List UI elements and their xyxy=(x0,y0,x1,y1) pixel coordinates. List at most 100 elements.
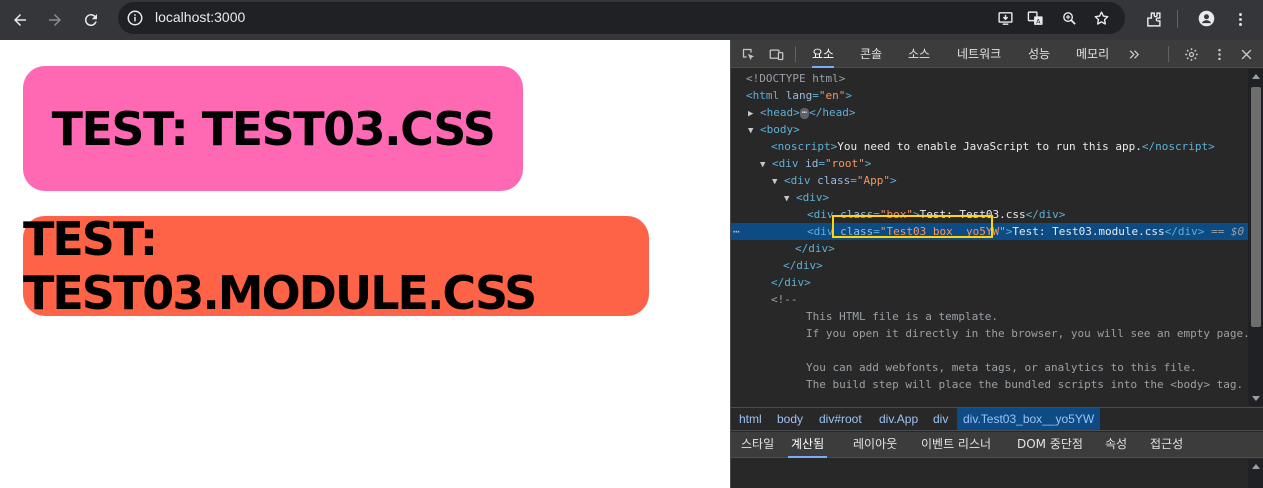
dom-line-html[interactable]: <html lang="en"> xyxy=(731,87,852,104)
tag-end: > xyxy=(864,157,872,170)
dom-line-comment-2[interactable]: If you open it directly in the browser, … xyxy=(731,325,1248,342)
dom-line-root[interactable]: ▼ <div id="root"> xyxy=(731,155,871,172)
dom-line-doctype[interactable]: <!DOCTYPE html> xyxy=(731,70,845,87)
div-close-tag: </div> xyxy=(783,259,823,272)
customize-menu-icon[interactable] xyxy=(1209,44,1229,64)
dom-line-head[interactable]: ▶ <head> ⋯ </head> xyxy=(731,104,856,121)
scroll-thumb[interactable] xyxy=(1251,87,1261,327)
dom-line-noscript[interactable]: <noscript>You need to enable JavaScript … xyxy=(731,138,1215,155)
dom-line-body[interactable]: ▼ <body> xyxy=(731,121,800,138)
class-attr: class xyxy=(817,174,851,187)
annotation-highlight-box xyxy=(832,215,993,238)
tab-separator xyxy=(1168,46,1169,62)
div-open-tag: <div xyxy=(807,225,834,238)
breadcrumb-body[interactable]: body xyxy=(771,408,809,430)
bookmark-star-icon[interactable] xyxy=(1090,7,1112,29)
scroll-down-icon[interactable] xyxy=(1252,396,1260,401)
box-module-css: Test: Test03.module.css xyxy=(23,212,649,320)
div-close-tag: </div> xyxy=(1025,208,1066,221)
tab-network[interactable]: 네트워크 xyxy=(957,40,1001,68)
equals-sign: = xyxy=(818,157,825,170)
dom-line-close-app[interactable]: </div> xyxy=(731,257,823,274)
lang-value: "en" xyxy=(818,89,846,102)
elements-scrollbar[interactable] xyxy=(1248,69,1263,406)
tab-elements[interactable]: 요소 xyxy=(812,40,835,68)
dom-line-comment-4[interactable]: You can add webfonts, meta tags, or anal… xyxy=(731,359,1197,376)
dollar-zero-ref: == $0 xyxy=(1211,225,1245,238)
computed-scrollbar[interactable] xyxy=(1248,459,1263,488)
div-close-tag: </div> xyxy=(771,276,811,289)
device-toolbar-icon[interactable] xyxy=(766,44,786,64)
extensions-icon[interactable] xyxy=(1142,8,1164,30)
tag-end: > xyxy=(890,174,897,187)
div-open-tag: <div xyxy=(772,157,799,170)
head-open-tag: <head> xyxy=(760,106,800,119)
elements-tree[interactable]: <!DOCTYPE html> <html lang="en"> ▶ <head>… xyxy=(731,69,1248,406)
browser-toolbar: localhost:3000 A xyxy=(0,0,1263,40)
scroll-up-icon[interactable] xyxy=(1252,74,1260,79)
subtab-properties[interactable]: 속성 xyxy=(1105,432,1127,458)
subtab-accessibility[interactable]: 접근성 xyxy=(1150,432,1183,458)
noscript-open-tag: <noscript> xyxy=(771,140,838,153)
dom-line-close-root[interactable]: </div> xyxy=(731,274,811,291)
module-text: Test: Test03.module.css xyxy=(1012,225,1165,238)
close-icon[interactable] xyxy=(1236,44,1256,64)
zoom-icon[interactable] xyxy=(1058,7,1080,29)
dom-line-inner-div[interactable]: ▼ <div> xyxy=(731,189,829,206)
forward-icon[interactable] xyxy=(40,5,70,35)
computed-pane xyxy=(731,459,1248,488)
profile-icon[interactable] xyxy=(1194,6,1218,30)
devtools-panel: 요소 콘솔 소스 네트워크 성능 메모리 <!DOCTYPE html> <ht… xyxy=(730,40,1263,488)
translate-icon[interactable]: A xyxy=(1024,7,1046,29)
subtab-styles[interactable]: 스타일 xyxy=(741,432,774,458)
more-tabs-icon[interactable] xyxy=(1124,44,1144,64)
box-module-label: Test: Test03.module.css xyxy=(23,212,537,320)
settings-gear-icon[interactable] xyxy=(1181,44,1201,64)
collapsed-ellipsis[interactable]: ⋯ xyxy=(799,107,810,119)
more-actions-icon[interactable]: ⋯ xyxy=(733,223,740,240)
head-close-tag: </head> xyxy=(809,106,856,119)
address-bar[interactable]: localhost:3000 A xyxy=(118,2,1125,34)
tab-console[interactable]: 콘솔 xyxy=(860,40,882,68)
dom-line-comment-1[interactable]: This HTML file is a template. xyxy=(731,308,998,325)
id-attr: id xyxy=(805,157,819,170)
subtab-computed[interactable]: 계산됨 xyxy=(788,432,828,458)
dom-line-comment-5[interactable]: The build step will place the bundled sc… xyxy=(731,376,1243,393)
breadcrumb-app[interactable]: div.App xyxy=(873,408,924,430)
noscript-text: You need to enable JavaScript to run thi… xyxy=(837,140,1142,153)
svg-text:A: A xyxy=(1036,17,1041,25)
devtools-tabbar: 요소 콘솔 소스 네트워크 성능 메모리 xyxy=(731,40,1263,68)
dom-line-app[interactable]: ▼ <div class="App"> xyxy=(731,172,897,189)
tab-sources[interactable]: 소스 xyxy=(908,40,930,68)
subtab-dom-breakpoints[interactable]: DOM 중단점 xyxy=(1017,432,1083,458)
dom-line-comment-open[interactable]: <!-- xyxy=(731,291,798,308)
id-value: "root" xyxy=(825,157,865,170)
breadcrumb-div[interactable]: div xyxy=(927,408,954,430)
breadcrumb-html[interactable]: html xyxy=(733,408,768,430)
class-value: "App" xyxy=(856,174,890,187)
tab-memory[interactable]: 메모리 xyxy=(1076,40,1109,68)
dom-line-close-inner[interactable]: </div> xyxy=(731,240,835,257)
reload-icon[interactable] xyxy=(76,5,106,35)
breadcrumb-selected[interactable]: div.Test03_box__yo5YW xyxy=(957,408,1101,430)
scroll-up-icon[interactable] xyxy=(1252,464,1260,469)
dom-line-comment-3[interactable] xyxy=(731,342,806,359)
box-global-label: Test: Test03.css xyxy=(51,101,496,156)
html-tag: <html xyxy=(746,89,780,102)
box-global-css: Test: Test03.css xyxy=(23,66,523,191)
subtab-event-listeners[interactable]: 이벤트 리스너 xyxy=(921,432,991,458)
doctype-text: <!DOCTYPE html> xyxy=(746,72,846,85)
comment-text: This HTML file is a template. xyxy=(806,310,999,323)
breadcrumb-root[interactable]: div#root xyxy=(813,408,868,430)
div-open-tag: <div xyxy=(784,174,811,187)
comment-text: The build step will place the bundled sc… xyxy=(806,378,1244,391)
back-icon[interactable] xyxy=(5,5,35,35)
url-text[interactable]: localhost:3000 xyxy=(155,9,245,25)
inspect-element-icon[interactable] xyxy=(738,44,758,64)
subtab-layout[interactable]: 레이아웃 xyxy=(853,432,897,458)
body-open-tag: <body> xyxy=(760,123,800,136)
info-icon[interactable] xyxy=(126,9,144,27)
install-app-icon[interactable] xyxy=(994,7,1016,29)
menu-icon[interactable] xyxy=(1229,8,1251,30)
tab-performance[interactable]: 성능 xyxy=(1028,40,1050,68)
